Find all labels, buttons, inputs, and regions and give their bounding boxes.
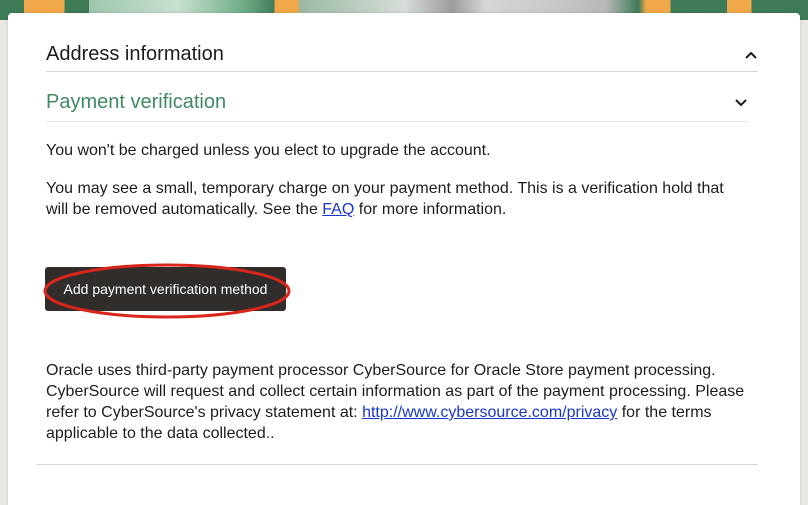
chevron-up-icon[interactable]	[744, 48, 758, 62]
chevron-down-icon[interactable]	[734, 96, 748, 110]
processor-disclosure: Oracle uses third-party payment processo…	[46, 360, 756, 444]
add-payment-verification-button[interactable]: Add payment verification method	[45, 267, 286, 311]
cybersource-privacy-link[interactable]: http://www.cybersource.com/privacy	[362, 404, 617, 421]
verification-hold-notice: You may see a small, temporary charge on…	[46, 178, 746, 220]
address-section-title: Address information	[46, 43, 224, 65]
verification-hold-suffix: for more information.	[354, 201, 507, 218]
address-section-header[interactable]: Address information	[46, 38, 758, 72]
faq-link[interactable]: FAQ	[322, 201, 354, 218]
payment-section-title: Payment verification	[46, 91, 227, 113]
no-charge-notice: You won't be charged unless you elect to…	[46, 142, 491, 159]
section-divider	[36, 464, 758, 465]
payment-section-header[interactable]: Payment verification	[46, 84, 748, 122]
add-payment-button-wrapper: Add payment verification method	[42, 262, 292, 320]
